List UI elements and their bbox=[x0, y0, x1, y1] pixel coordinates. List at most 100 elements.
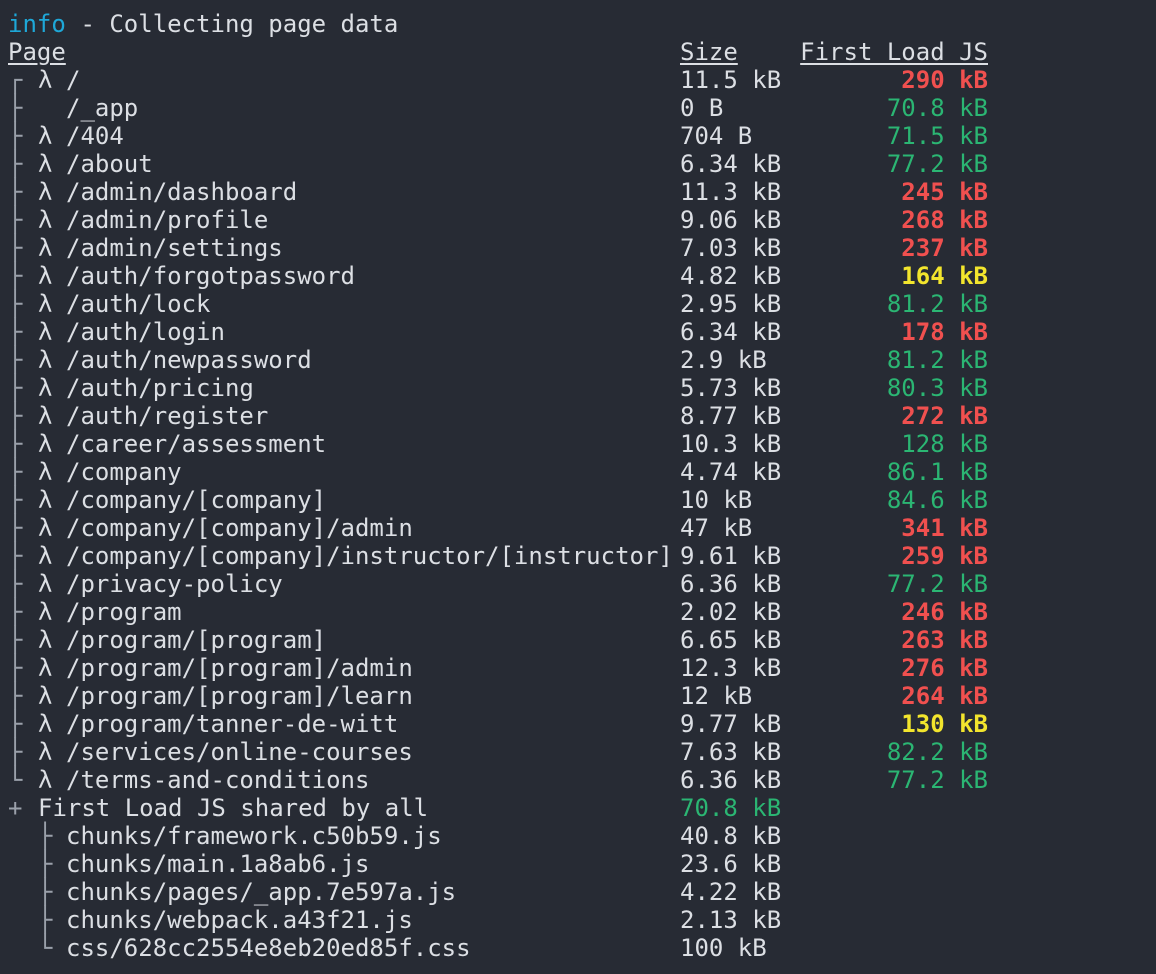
route-row: ├ λ/about 6.34 kB 77.2 kB bbox=[8, 150, 1148, 178]
first-load-size: 70.8 kB bbox=[886, 94, 988, 122]
tree-glyph: ├ bbox=[8, 654, 23, 682]
route-size: 6.36 kB bbox=[680, 766, 782, 794]
tree-glyph: ├ bbox=[8, 738, 23, 766]
first-load-size: 77.2 kB bbox=[886, 570, 988, 598]
tree-glyph: ├ bbox=[8, 94, 23, 122]
route-size: 2.9 kB bbox=[680, 346, 767, 374]
tree-glyph: ├ bbox=[8, 290, 23, 318]
route-path: /auth/lock bbox=[66, 290, 211, 318]
lambda-icon: λ bbox=[38, 234, 53, 262]
first-load-size: 268 kB bbox=[901, 206, 988, 234]
route-row: ├ /_app 0 B 70.8 kB bbox=[8, 94, 1148, 122]
lambda-icon: λ bbox=[38, 430, 53, 458]
route-row: └ λ/terms-and-conditions 6.36 kB 77.2 kB bbox=[8, 766, 1148, 794]
first-load-size: 178 kB bbox=[901, 318, 988, 346]
route-row: ├ λ/program 2.02 kB 246 kB bbox=[8, 598, 1148, 626]
tree-glyph: ├ bbox=[8, 346, 23, 374]
first-load-size: 245 kB bbox=[901, 178, 988, 206]
route-path: / bbox=[66, 66, 81, 94]
tree-glyph: └ bbox=[38, 934, 53, 962]
route-path: /privacy-policy bbox=[66, 570, 283, 598]
route-size: 2.95 kB bbox=[680, 290, 782, 318]
route-size: 9.77 kB bbox=[680, 710, 782, 738]
route-row: ├ λ/company/[company]/instructor/[instruc… bbox=[8, 542, 1148, 570]
tree-glyph: ├ bbox=[8, 514, 23, 542]
tree-glyph: ├ bbox=[8, 178, 23, 206]
route-row: ├ λ/services/online-courses 7.63 kB 82.2 kB bbox=[8, 738, 1148, 766]
route-row: ├ λ/company/[company]/admin 47 kB 341 kB bbox=[8, 514, 1148, 542]
tree-glyph: ├ bbox=[38, 850, 53, 878]
first-load-size: 84.6 kB bbox=[886, 486, 988, 514]
route-row: ├ λ/auth/login 6.34 kB 178 kB bbox=[8, 318, 1148, 346]
lambda-icon: λ bbox=[38, 178, 53, 206]
route-size: 7.03 kB bbox=[680, 234, 782, 262]
route-path: /auth/forgotpassword bbox=[66, 262, 355, 290]
plus-glyph: + bbox=[8, 794, 23, 822]
tree-glyph: ├ bbox=[8, 374, 23, 402]
route-size: 2.02 kB bbox=[680, 598, 782, 626]
route-path: /auth/pricing bbox=[66, 374, 254, 402]
route-size: 0 B bbox=[680, 94, 724, 122]
route-row: ├ λ/admin/dashboard 11.3 kB 245 kB bbox=[8, 178, 1148, 206]
tree-glyph: ├ bbox=[8, 486, 23, 514]
route-row: ├ λ/privacy-policy 6.36 kB 77.2 kB bbox=[8, 570, 1148, 598]
route-size: 11.3 kB bbox=[680, 178, 782, 206]
route-size: 4.74 kB bbox=[680, 458, 782, 486]
route-path: /program/[program]/learn bbox=[66, 682, 413, 710]
first-load-size: 263 kB bbox=[901, 626, 988, 654]
lambda-icon: λ bbox=[38, 374, 53, 402]
chunk-name: chunks/framework.c50b59.js bbox=[66, 822, 442, 850]
first-load-size: 128 kB bbox=[901, 430, 988, 458]
route-path: /services/online-courses bbox=[66, 738, 413, 766]
route-path: /auth/login bbox=[66, 318, 225, 346]
route-path: /auth/register bbox=[66, 402, 269, 430]
route-row: ├ λ/auth/forgotpassword 4.82 kB 164 kB bbox=[8, 262, 1148, 290]
lambda-icon: λ bbox=[38, 626, 53, 654]
tree-glyph: └ bbox=[8, 766, 23, 794]
route-size: 8.77 kB bbox=[680, 402, 782, 430]
route-path: /program/tanner-de-witt bbox=[66, 710, 399, 738]
tree-glyph: ├ bbox=[8, 150, 23, 178]
status-line: info - Collecting page data bbox=[8, 10, 1148, 38]
route-row: ├ λ/auth/register 8.77 kB 272 kB bbox=[8, 402, 1148, 430]
route-size: 6.65 kB bbox=[680, 626, 782, 654]
route-size: 10 kB bbox=[680, 486, 753, 514]
first-load-size: 276 kB bbox=[901, 654, 988, 682]
tree-glyph: ├ bbox=[8, 402, 23, 430]
tree-glyph: ├ bbox=[8, 542, 23, 570]
route-path: /company/[company] bbox=[66, 486, 327, 514]
first-load-size: 237 kB bbox=[901, 234, 988, 262]
route-path: /admin/dashboard bbox=[66, 178, 298, 206]
tree-glyph: ├ bbox=[8, 682, 23, 710]
route-path: /404 bbox=[66, 122, 124, 150]
first-load-size: 259 kB bbox=[901, 542, 988, 570]
lambda-icon: λ bbox=[38, 486, 53, 514]
route-path: /company/[company]/instructor/[instructo… bbox=[66, 542, 673, 570]
route-row: ├ λ/program/tanner-de-witt 9.77 kB 130 kB bbox=[8, 710, 1148, 738]
tree-glyph: ┌ bbox=[8, 66, 23, 94]
terminal-output: info - Collecting page data Page Size Fi… bbox=[0, 0, 1156, 974]
tree-glyph: ├ bbox=[8, 206, 23, 234]
first-load-size: 341 kB bbox=[901, 514, 988, 542]
table-header: Page Size First Load JS bbox=[8, 38, 1148, 66]
first-load-size: 272 kB bbox=[901, 402, 988, 430]
route-size: 11.5 kB bbox=[680, 66, 782, 94]
lambda-icon: λ bbox=[38, 542, 53, 570]
chunk-name: chunks/main.1a8ab6.js bbox=[66, 850, 370, 878]
route-row: ├ λ/career/assessment 10.3 kB 128 kB bbox=[8, 430, 1148, 458]
route-path: /auth/newpassword bbox=[66, 346, 312, 374]
route-size: 9.61 kB bbox=[680, 542, 782, 570]
tree-glyph: ├ bbox=[8, 570, 23, 598]
route-row: ├ λ/program/[program]/admin 12.3 kB 276 kB bbox=[8, 654, 1148, 682]
lambda-icon: λ bbox=[38, 682, 53, 710]
chunk-name: chunks/pages/_app.7e597a.js bbox=[66, 878, 457, 906]
route-row: ┌ λ / 11.5 kB 290 kB bbox=[8, 66, 1148, 94]
lambda-icon: λ bbox=[38, 318, 53, 346]
first-load-size: 246 kB bbox=[901, 598, 988, 626]
route-path: /career/assessment bbox=[66, 430, 327, 458]
chunk-row: ├ chunks/pages/_app.7e597a.js 4.22 kB bbox=[8, 878, 1148, 906]
header-first-load: First Load JS bbox=[800, 38, 988, 66]
route-size: 47 kB bbox=[680, 514, 753, 542]
chunk-row: ├ chunks/webpack.a43f21.js 2.13 kB bbox=[8, 906, 1148, 934]
tree-glyph: ├ bbox=[8, 122, 23, 150]
